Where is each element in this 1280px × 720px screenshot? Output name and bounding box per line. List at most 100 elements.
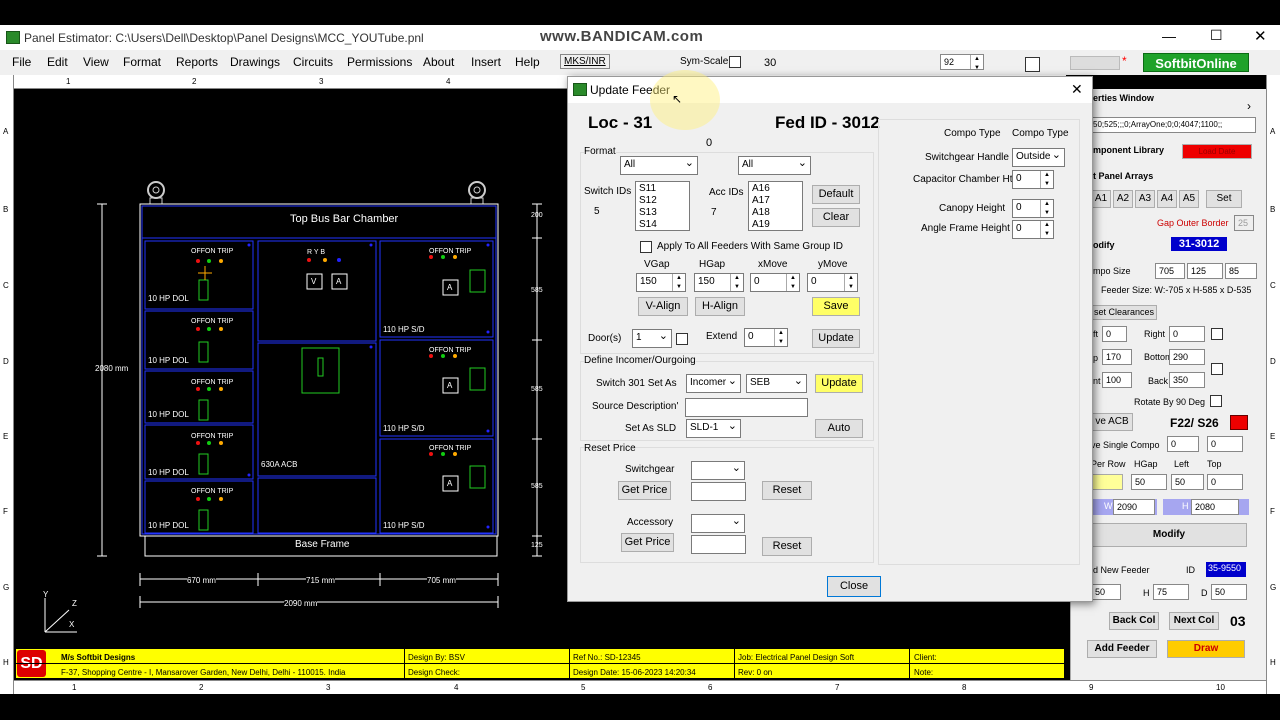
clearance-checkbox[interactable] — [1211, 363, 1223, 375]
new-feeder-height[interactable]: 75 — [1153, 584, 1189, 600]
angle-frame-input[interactable]: 0 ▲ ▼ — [1012, 220, 1054, 239]
array-a1[interactable]: A1 — [1091, 190, 1111, 208]
menu-format[interactable]: Format — [123, 55, 161, 69]
hgap-input[interactable]: 50 — [1131, 474, 1167, 490]
hgap-input[interactable]: 150 ▲ ▼ — [694, 273, 744, 292]
sw-handle-select[interactable]: Outside — [1012, 148, 1065, 167]
maximize-icon[interactable]: ☐ — [1210, 27, 1223, 44]
switchgear-select[interactable] — [691, 461, 745, 480]
set-array-button[interactable]: Set — [1206, 190, 1242, 208]
new-feeder-depth[interactable]: 50 — [1211, 584, 1247, 600]
width-input[interactable]: 2090 — [1113, 499, 1155, 515]
reset-button[interactable]: Reset — [762, 481, 812, 500]
apply-all-checkbox[interactable] — [640, 241, 652, 253]
save-button[interactable]: Save — [812, 297, 860, 316]
clearance-checkbox[interactable] — [1211, 328, 1223, 340]
menu-drawings[interactable]: Drawings — [230, 55, 280, 69]
cap-chamber-input[interactable]: 0 ▲ ▼ — [1012, 170, 1054, 189]
back-input[interactable]: 350 — [1169, 372, 1205, 388]
list-item[interactable]: S12 — [639, 195, 686, 207]
array-a5[interactable]: A5 — [1179, 190, 1199, 208]
rotate-checkbox[interactable] — [1210, 395, 1222, 407]
bottom-input[interactable]: 290 — [1169, 349, 1205, 365]
sym-scale-checkbox[interactable] — [729, 56, 741, 68]
menu-file[interactable]: File — [12, 55, 31, 69]
new-feeder-id[interactable]: 35-9550 — [1206, 562, 1246, 577]
v-align-button[interactable]: V-Align — [638, 297, 688, 316]
vgap-input[interactable]: 150 ▲ ▼ — [636, 273, 686, 292]
currency-toggle[interactable]: MKS/INR — [560, 54, 610, 69]
new-feeder-width[interactable]: 50 — [1091, 584, 1121, 600]
h-align-button[interactable]: H-Align — [695, 297, 745, 316]
array-a4[interactable]: A4 — [1157, 190, 1177, 208]
menu-help[interactable]: Help — [515, 55, 540, 69]
front-input[interactable]: 100 — [1102, 372, 1132, 388]
switch-ids-list[interactable]: S11 S12 S13 S14 — [635, 181, 690, 231]
get-price-button[interactable]: Get Price — [618, 481, 671, 500]
get-price-button[interactable]: Get Price — [621, 533, 674, 552]
left-input[interactable]: 0 — [1102, 326, 1127, 342]
chevron-right-icon[interactable]: › — [1247, 99, 1251, 113]
single-input[interactable]: 0 — [1207, 436, 1243, 452]
close-icon[interactable]: ✕ — [1254, 27, 1267, 45]
modify-button[interactable]: Modify — [1091, 523, 1247, 547]
size-input[interactable]: 705 — [1155, 263, 1185, 279]
format-select-2[interactable]: All — [738, 156, 811, 175]
switch-set-select-2[interactable]: SEB — [746, 374, 807, 393]
top-gap-input[interactable]: 0 — [1207, 474, 1243, 490]
canopy-input[interactable]: 0 ▲ ▼ — [1012, 199, 1054, 218]
draw-button[interactable]: Draw — [1167, 640, 1245, 658]
ymove-input[interactable]: 0 ▲ ▼ — [807, 273, 858, 292]
update-incomer-button[interactable]: Update — [815, 374, 863, 393]
property-value-field[interactable]: 50;525;;;0;ArrayOne;0;0;4047;1100;; — [1089, 117, 1256, 133]
menu-view[interactable]: View — [83, 55, 109, 69]
menu-circuits[interactable]: Circuits — [293, 55, 333, 69]
right-input[interactable]: 0 — [1169, 326, 1205, 342]
extend-input[interactable]: 0 ▲ ▼ — [744, 328, 788, 347]
list-item[interactable]: S14 — [639, 219, 686, 231]
load-date-button[interactable]: Load Date — [1182, 144, 1252, 159]
list-item[interactable]: A18 — [752, 207, 799, 219]
next-col-button[interactable]: Next Col — [1169, 612, 1219, 630]
switch-set-select[interactable]: Incomer — [686, 374, 741, 393]
accessory-price-input[interactable] — [691, 535, 746, 554]
update-button[interactable]: Update — [812, 329, 860, 348]
color-swatch[interactable] — [1230, 415, 1248, 430]
top-input[interactable]: 170 — [1102, 349, 1132, 365]
list-item[interactable]: A19 — [752, 219, 799, 231]
close-button[interactable]: Close — [827, 576, 881, 597]
zoom-input[interactable]: 92 ▲ ▼ — [940, 54, 984, 71]
switchgear-price-input[interactable] — [691, 482, 746, 501]
sld-select[interactable]: SLD-1 — [686, 419, 741, 438]
list-item[interactable]: A17 — [752, 195, 799, 207]
array-a2[interactable]: A2 — [1113, 190, 1133, 208]
toolbar-checkbox[interactable] — [1025, 57, 1040, 72]
list-item[interactable]: S11 — [639, 183, 686, 195]
menu-edit[interactable]: Edit — [47, 55, 68, 69]
minimize-icon[interactable]: — — [1162, 28, 1176, 44]
gap-outer-input[interactable]: 25 — [1234, 215, 1254, 231]
format-select-1[interactable]: All — [620, 156, 698, 175]
size-input[interactable]: 85 — [1225, 263, 1257, 279]
back-col-button[interactable]: Back Col — [1109, 612, 1159, 630]
doors-select[interactable]: 1 — [632, 329, 672, 348]
color-swatch[interactable] — [1070, 56, 1120, 70]
menu-reports[interactable]: Reports — [176, 55, 218, 69]
acc-ids-list[interactable]: A16 A17 A18 A19 — [748, 181, 803, 231]
close-icon[interactable]: ✕ — [1071, 81, 1083, 98]
set-clearances-button[interactable]: set Clearances — [1091, 305, 1157, 320]
single-input[interactable]: 0 — [1167, 436, 1199, 452]
auto-button[interactable]: Auto — [815, 419, 863, 438]
menu-about[interactable]: About — [423, 55, 454, 69]
list-item[interactable]: A16 — [752, 183, 799, 195]
source-description-input[interactable] — [685, 398, 808, 417]
list-item[interactable]: S13 — [639, 207, 686, 219]
add-feeder-button[interactable]: Add Feeder — [1087, 640, 1157, 658]
default-button[interactable]: Default — [812, 185, 860, 204]
size-input[interactable]: 125 — [1187, 263, 1223, 279]
height-input[interactable]: 2080 — [1191, 499, 1239, 515]
menu-permissions[interactable]: Permissions — [347, 55, 412, 69]
doors-checkbox[interactable] — [676, 333, 688, 345]
menu-insert[interactable]: Insert — [471, 55, 501, 69]
accessory-select[interactable] — [691, 514, 745, 533]
